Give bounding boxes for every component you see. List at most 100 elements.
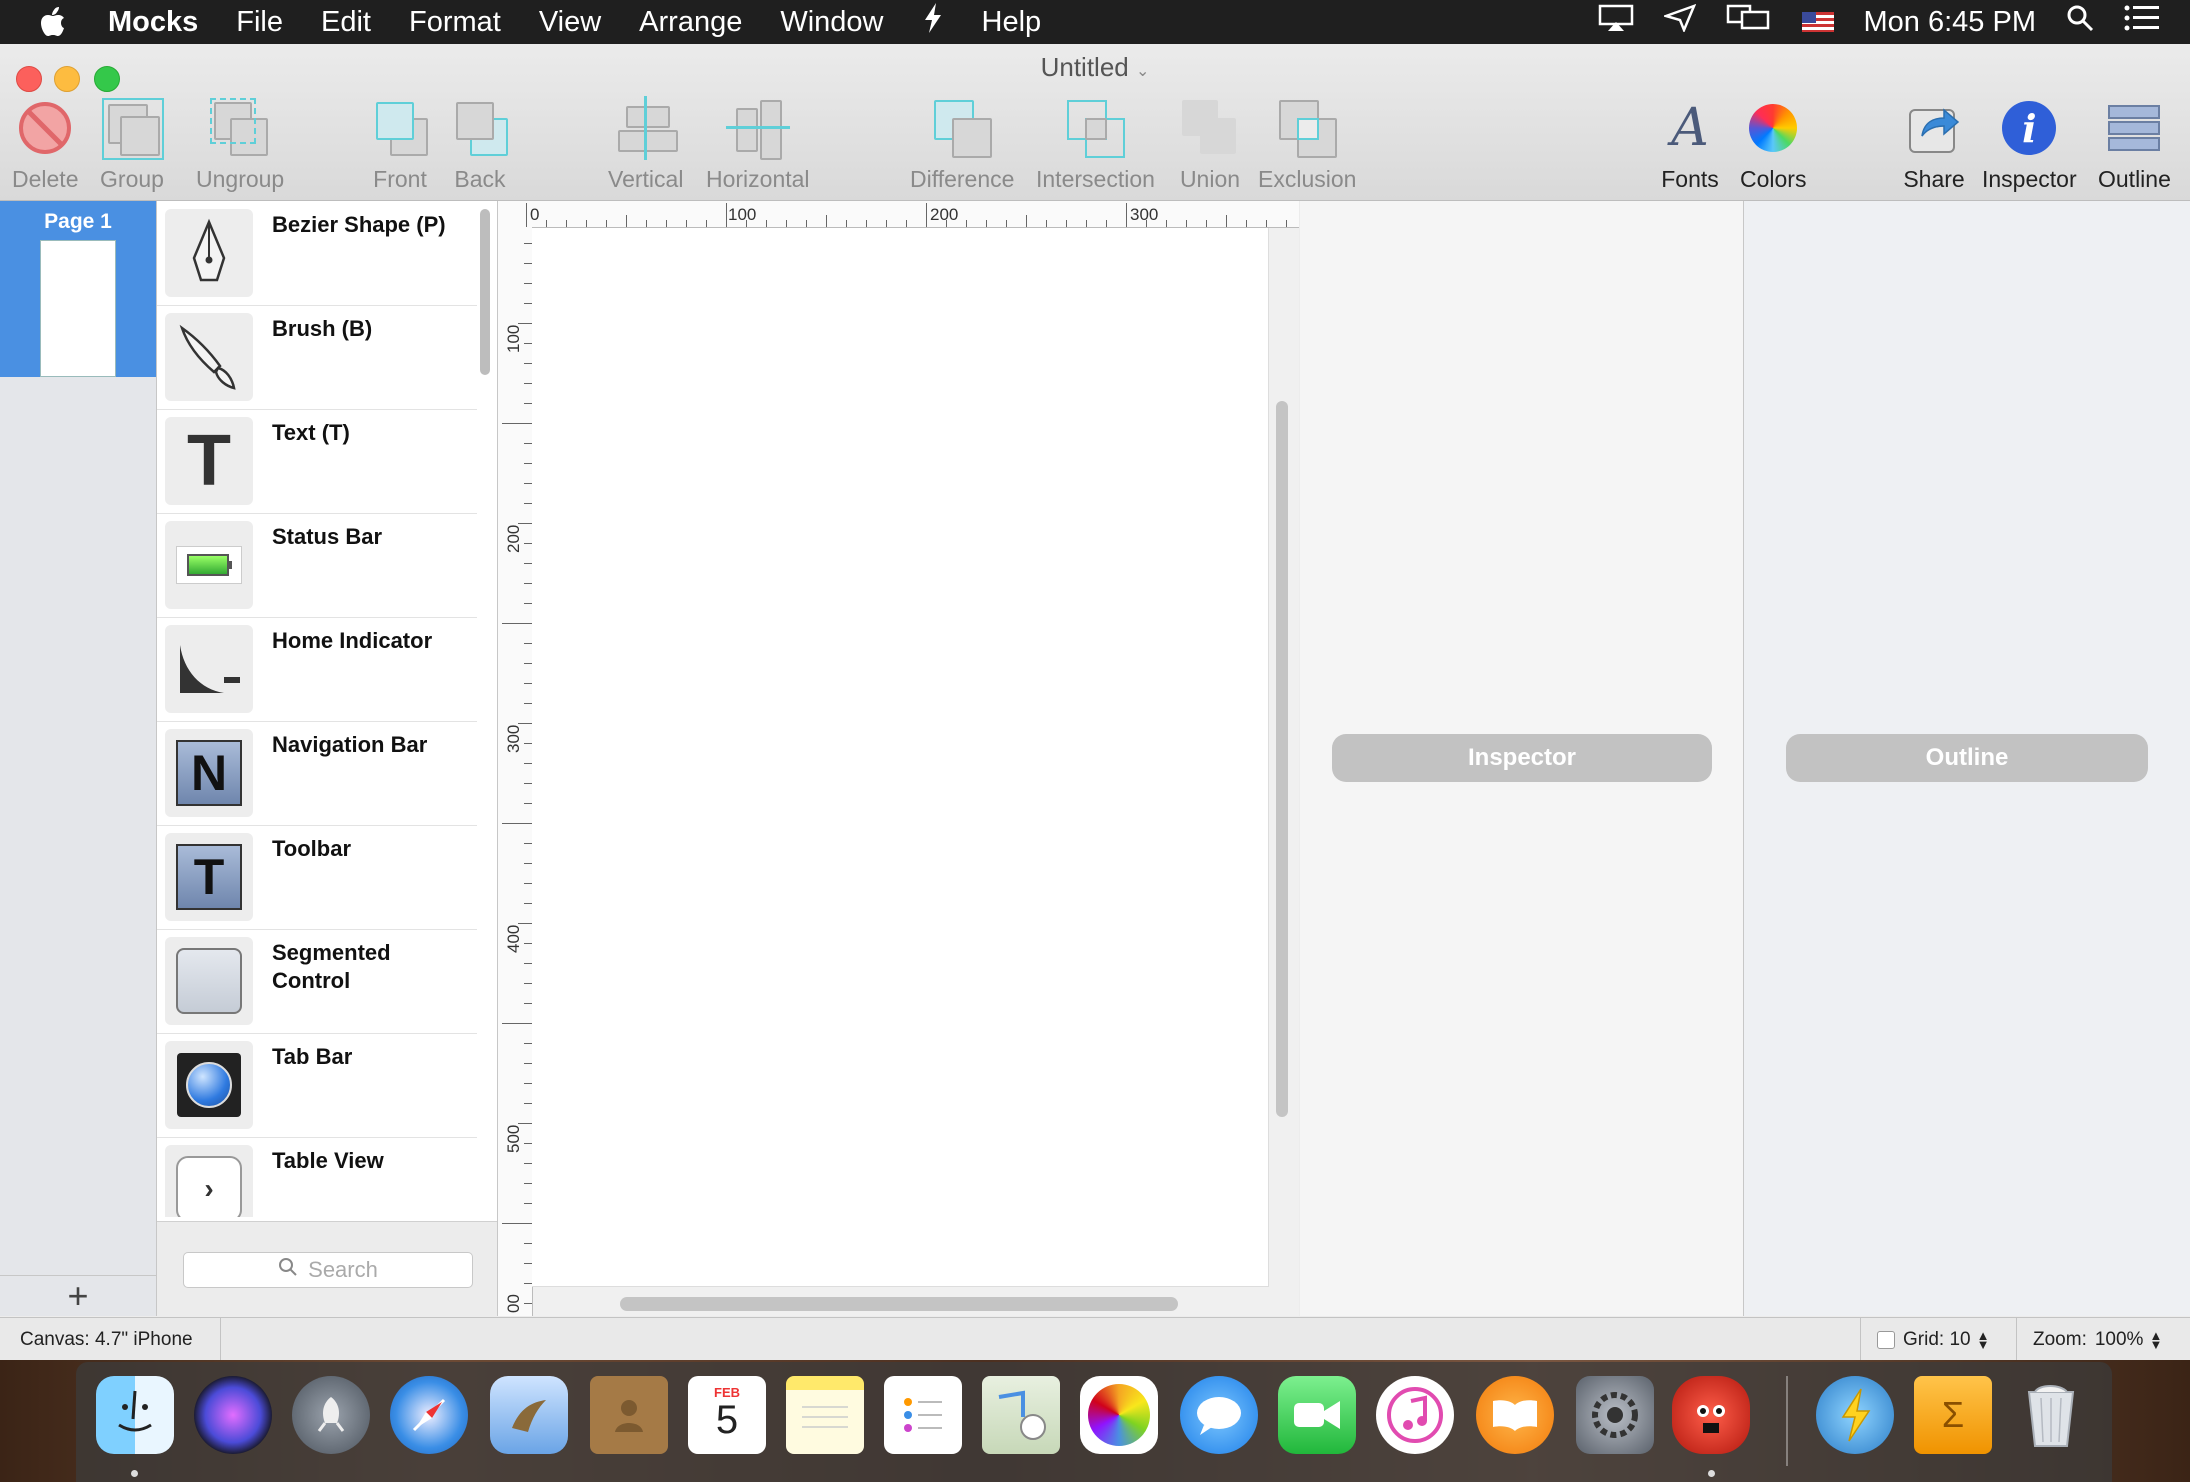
notes-icon[interactable] — [786, 1376, 864, 1454]
menu-view[interactable]: View — [520, 6, 620, 39]
window-title[interactable]: Untitled ⌄ — [0, 52, 2190, 83]
siri-icon[interactable] — [194, 1376, 272, 1454]
notification-center-icon[interactable] — [2124, 5, 2160, 39]
menubar-clock[interactable]: Mon 6:45 PM — [1864, 6, 2036, 39]
ruler-tick — [846, 220, 847, 227]
contacts-icon[interactable] — [590, 1376, 668, 1454]
grid-stepper-icon[interactable]: ▲ ▼ — [1977, 1329, 1990, 1351]
sigma-icon: Σ — [1941, 1394, 1965, 1435]
library-item[interactable]: Status Bar — [157, 513, 477, 618]
reminders-icon[interactable] — [884, 1376, 962, 1454]
front-button[interactable]: Front — [368, 96, 432, 193]
vertical-label: Vertical — [608, 166, 684, 192]
ruler-tick — [586, 220, 587, 227]
add-page-button[interactable]: + — [0, 1275, 156, 1316]
library-item[interactable]: Home Indicator — [157, 617, 477, 722]
trash-icon[interactable] — [2012, 1376, 2090, 1454]
text-icon: T — [165, 417, 253, 505]
menu-edit[interactable]: Edit — [302, 6, 390, 39]
colors-button[interactable]: Colors — [1740, 96, 1806, 193]
menu-format[interactable]: Format — [390, 6, 520, 39]
safari-icon[interactable] — [390, 1376, 468, 1454]
library-item[interactable]: Brush (B) — [157, 305, 477, 410]
menu-arrange[interactable]: Arrange — [620, 6, 761, 39]
ruler-tick — [524, 683, 532, 684]
grid-control[interactable]: Grid: 10 ▲ ▼ — [1860, 1318, 2014, 1360]
delete-button[interactable]: Delete — [12, 96, 78, 193]
displays-icon[interactable] — [1726, 4, 1772, 40]
design-canvas[interactable] — [532, 228, 1269, 1287]
zoom-control[interactable]: Zoom: 100% ▲ ▼ — [2016, 1318, 2190, 1360]
ruler-tick — [886, 220, 887, 227]
library-item[interactable]: Segmented Control — [157, 929, 477, 1034]
photos-icon[interactable] — [1080, 1376, 1158, 1454]
menu-window[interactable]: Window — [761, 6, 902, 39]
menu-app-name[interactable]: Mocks — [82, 6, 217, 39]
ruler-tick — [986, 220, 987, 227]
grid-checkbox[interactable] — [1877, 1330, 1895, 1349]
library-scrollbar[interactable] — [480, 209, 490, 375]
horizontal-align-button[interactable]: Horizontal — [706, 96, 810, 193]
library-item[interactable]: Tab Bar — [157, 1033, 477, 1138]
canvas-size-label[interactable]: Canvas: 4.7" iPhone — [20, 1329, 193, 1351]
library-item[interactable]: Bezier Shape (P) — [157, 201, 477, 306]
group-button[interactable]: Group — [100, 96, 164, 193]
library-item[interactable]: T Text (T) — [157, 409, 477, 514]
colors-label: Colors — [1740, 166, 1807, 192]
exclusion-button[interactable]: Exclusion — [1258, 96, 1356, 193]
outline-button[interactable]: Outline — [2098, 96, 2171, 193]
send-icon[interactable] — [1661, 3, 1696, 40]
segmented-control-icon — [165, 937, 253, 1025]
search-icon — [278, 1257, 298, 1283]
vertical-align-button[interactable]: Vertical — [608, 96, 683, 193]
color-wheel-icon — [1741, 96, 1805, 160]
fonts-button[interactable]: A Fonts — [1658, 96, 1722, 193]
menu-help[interactable]: Help — [963, 6, 1061, 39]
launchpad-icon[interactable] — [292, 1376, 370, 1454]
calendar-icon[interactable]: FEB 5 — [688, 1376, 766, 1454]
ungroup-button[interactable]: Ungroup — [196, 96, 284, 193]
library-item-label: Segmented Control — [272, 940, 391, 993]
facetime-icon[interactable] — [1278, 1376, 1356, 1454]
menu-file[interactable]: File — [217, 6, 302, 39]
status-divider — [220, 1318, 221, 1360]
canvas-horizontal-scrollbar[interactable] — [620, 1297, 1178, 1311]
mocks-app-icon[interactable] — [1672, 1376, 1750, 1454]
us-flag-icon[interactable] — [1801, 12, 1834, 32]
ibooks-icon[interactable] — [1476, 1376, 1554, 1454]
ruler-tick — [524, 1263, 532, 1264]
maps-icon[interactable] — [982, 1376, 1060, 1454]
share-button[interactable]: Share — [1902, 96, 1966, 193]
system-preferences-icon[interactable] — [1576, 1376, 1654, 1454]
library-item[interactable]: T Toolbar — [157, 825, 477, 930]
inspector-button[interactable]: i Inspector — [1982, 96, 2077, 193]
library-item[interactable]: N Navigation Bar — [157, 721, 477, 826]
itunes-icon[interactable] — [1376, 1376, 1454, 1454]
library-search-field[interactable]: Search — [183, 1252, 473, 1288]
ruler-tick — [1226, 215, 1227, 227]
mail-icon[interactable] — [490, 1376, 568, 1454]
spotlight-search-icon[interactable] — [2066, 4, 2094, 40]
zoom-stepper-icon[interactable]: ▲ ▼ — [2149, 1329, 2162, 1351]
page-thumbnail[interactable] — [40, 240, 116, 377]
apple-menu-icon[interactable] — [24, 7, 82, 37]
messages-icon[interactable] — [1180, 1376, 1258, 1454]
canvas-vertical-scrollbar[interactable] — [1276, 401, 1288, 1117]
ruler-label: 100 — [504, 324, 523, 353]
back-button[interactable]: Back — [448, 96, 512, 193]
library-item[interactable]: › Table View — [157, 1137, 477, 1217]
airplay-display-icon[interactable] — [1598, 4, 1634, 40]
downloader-icon[interactable] — [1816, 1376, 1894, 1454]
group-label: Group — [100, 166, 164, 192]
documents-folder-icon[interactable]: Σ — [1914, 1376, 1992, 1454]
difference-button[interactable]: Difference — [910, 96, 1014, 193]
page-item[interactable]: Page 1 — [0, 201, 156, 377]
exclusion-label: Exclusion — [1258, 166, 1357, 192]
ruler-tick — [524, 663, 532, 664]
finder-icon[interactable] — [96, 1376, 174, 1454]
union-button[interactable]: Union — [1178, 96, 1242, 193]
bolt-menu-icon[interactable] — [903, 3, 963, 41]
pages-sidebar: Page 1 + — [0, 201, 157, 1316]
intersection-button[interactable]: Intersection — [1036, 96, 1155, 193]
outline-icon — [2102, 96, 2166, 160]
